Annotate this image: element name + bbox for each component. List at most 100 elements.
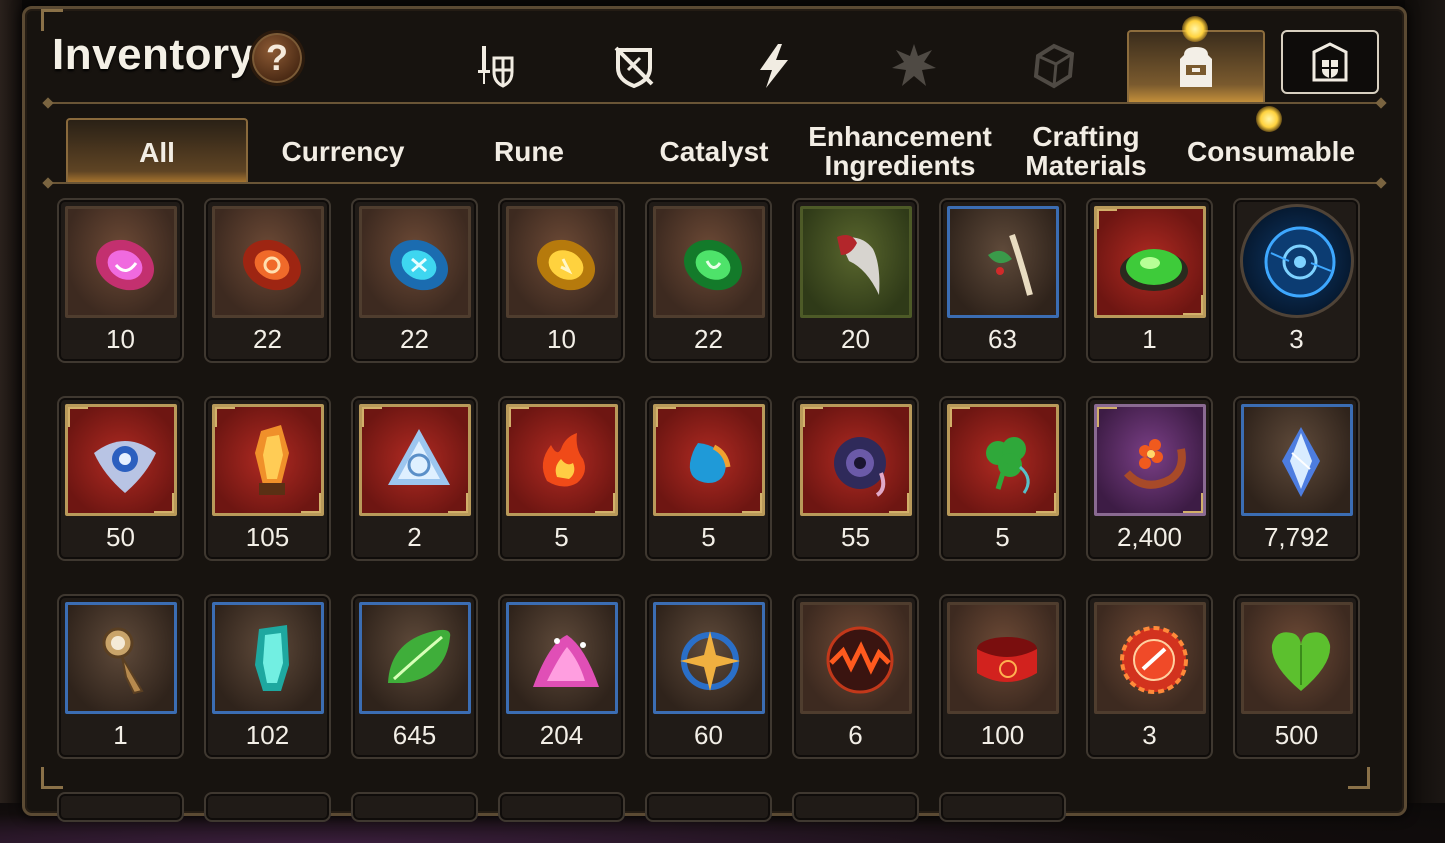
item-frame bbox=[1240, 204, 1354, 318]
inventory-item[interactable]: 55 bbox=[792, 396, 919, 561]
item-count: 22 bbox=[400, 324, 429, 354]
inventory-item[interactable]: 22 bbox=[204, 198, 331, 363]
item-count: 2,400 bbox=[1116, 522, 1183, 552]
tab-skills[interactable] bbox=[705, 30, 843, 102]
inventory-item[interactable]: 10 bbox=[57, 198, 184, 363]
inventory-item[interactable]: 22 bbox=[645, 198, 772, 363]
item-frame bbox=[947, 206, 1059, 318]
inventory-item[interactable]: 3 bbox=[1233, 198, 1360, 363]
inventory-item[interactable]: 60 bbox=[645, 594, 772, 759]
item-frame bbox=[947, 602, 1059, 714]
item-count: 5 bbox=[554, 522, 569, 552]
yellow-gem-icon bbox=[536, 239, 596, 291]
tab-currency[interactable]: Currency bbox=[253, 118, 433, 184]
inventory-item[interactable] bbox=[939, 792, 1066, 822]
help-button[interactable]: ? bbox=[249, 30, 305, 86]
tab-enhancement-ingredients[interactable]: Enhancement Ingredients bbox=[808, 118, 992, 184]
guild-button[interactable] bbox=[1281, 30, 1379, 94]
tab-crafting-materials[interactable]: Crafting Materials bbox=[996, 118, 1176, 184]
item-frame bbox=[359, 602, 471, 714]
background-right bbox=[1405, 0, 1445, 843]
item-count: 5 bbox=[995, 522, 1010, 552]
inventory-item[interactable]: 204 bbox=[498, 594, 625, 759]
item-frame bbox=[653, 602, 765, 714]
item-frame bbox=[65, 602, 177, 714]
help-label: ? bbox=[266, 37, 288, 78]
item-count: 204 bbox=[539, 720, 584, 750]
pink-gem-icon bbox=[95, 239, 155, 291]
inventory-item[interactable]: 500 bbox=[1233, 594, 1360, 759]
inventory-item[interactable]: 100 bbox=[939, 594, 1066, 759]
page-title: Inventory bbox=[52, 30, 255, 79]
item-count: 500 bbox=[1274, 720, 1319, 750]
inventory-item[interactable]: 1 bbox=[57, 594, 184, 759]
inventory-item[interactable]: 22 bbox=[351, 198, 478, 363]
tab-rune[interactable]: Rune bbox=[439, 118, 619, 184]
leaf-icon bbox=[388, 629, 451, 683]
inventory-item[interactable]: 63 bbox=[939, 198, 1066, 363]
item-count: 50 bbox=[106, 522, 135, 552]
item-frame bbox=[1241, 602, 1353, 714]
inventory-item[interactable]: 5 bbox=[645, 396, 772, 561]
item-count: 60 bbox=[694, 720, 723, 750]
inventory-item[interactable]: 105 bbox=[204, 396, 331, 561]
artifact-icon bbox=[892, 44, 936, 86]
red-bracelet-icon bbox=[977, 637, 1037, 682]
item-count: 55 bbox=[841, 522, 870, 552]
tab-crafting-label: Crafting Materials bbox=[1025, 121, 1147, 181]
item-count: 6 bbox=[848, 720, 863, 750]
item-frame bbox=[947, 404, 1059, 516]
inventory-item[interactable] bbox=[351, 792, 478, 822]
clover-pendant-icon bbox=[986, 437, 1030, 494]
inventory-item[interactable]: 7,792 bbox=[1233, 396, 1360, 561]
fire-pendant-icon bbox=[542, 433, 585, 487]
green-gem-icon bbox=[683, 239, 743, 291]
item-count: 100 bbox=[980, 720, 1025, 750]
red-seal-icon bbox=[1120, 626, 1188, 694]
inventory-item[interactable]: 5 bbox=[939, 396, 1066, 561]
tab-all[interactable]: All bbox=[66, 118, 248, 184]
inventory-item[interactable]: 3 bbox=[1086, 594, 1213, 759]
tab-accessory[interactable] bbox=[565, 30, 703, 102]
item-frame bbox=[359, 404, 471, 516]
inventory-item[interactable] bbox=[498, 792, 625, 822]
star-pendant-icon bbox=[680, 631, 740, 691]
inventory-item[interactable] bbox=[792, 792, 919, 822]
tab-rune-label: Rune bbox=[494, 135, 564, 167]
background-left bbox=[0, 0, 22, 843]
inventory-item[interactable]: 102 bbox=[204, 594, 331, 759]
teal-crystal-icon bbox=[255, 625, 289, 691]
item-frame bbox=[1241, 404, 1353, 516]
inventory-item[interactable]: 645 bbox=[351, 594, 478, 759]
item-frame bbox=[800, 206, 912, 318]
tab-shards[interactable] bbox=[985, 30, 1123, 102]
tab-gear[interactable] bbox=[425, 30, 563, 102]
shard-box-icon bbox=[1033, 43, 1075, 89]
tab-artifacts[interactable] bbox=[845, 30, 983, 102]
item-count: 1 bbox=[1142, 324, 1157, 354]
item-count: 10 bbox=[547, 324, 576, 354]
inventory-item[interactable] bbox=[57, 792, 184, 822]
inventory-item[interactable]: 2 bbox=[351, 396, 478, 561]
item-frame bbox=[212, 206, 324, 318]
inventory-item[interactable] bbox=[204, 792, 331, 822]
item-frame bbox=[359, 206, 471, 318]
inventory-item[interactable]: 6 bbox=[792, 594, 919, 759]
inventory-item[interactable]: 10 bbox=[498, 198, 625, 363]
cyan-gem-icon bbox=[389, 239, 449, 291]
blue-diamond-icon bbox=[1282, 427, 1320, 497]
backpack-icon bbox=[1180, 47, 1212, 87]
tab-catalyst[interactable]: Catalyst bbox=[624, 118, 804, 184]
notification-dot bbox=[1256, 106, 1282, 132]
inventory-item[interactable]: 2,400 bbox=[1086, 396, 1213, 561]
inventory-item[interactable]: 5 bbox=[498, 396, 625, 561]
item-count: 63 bbox=[988, 324, 1017, 354]
inventory-item[interactable]: 50 bbox=[57, 396, 184, 561]
item-count: 102 bbox=[245, 720, 290, 750]
inventory-item[interactable]: 1 bbox=[1086, 198, 1213, 363]
inventory-item[interactable]: 20 bbox=[792, 198, 919, 363]
root-herb-icon bbox=[988, 234, 1033, 296]
inventory-item[interactable] bbox=[645, 792, 772, 822]
item-frame bbox=[506, 206, 618, 318]
item-grid: 10 22 22 10 22 20 63 1 3 50 105 2 5 5 55 5 2,400 7,792 1 10… bbox=[57, 198, 1367, 822]
